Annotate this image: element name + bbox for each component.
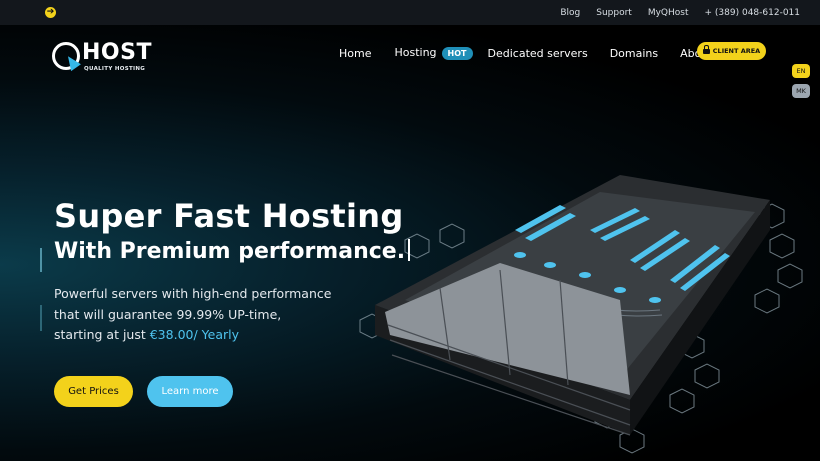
- lock-icon: [702, 44, 710, 55]
- nav-domains[interactable]: Domains: [610, 47, 658, 60]
- main-nav: Home Hosting HOT Dedicated servers Domain…: [339, 44, 729, 62]
- description-prefix: starting at just: [54, 327, 150, 342]
- nav-hosting[interactable]: Hosting HOT: [394, 46, 473, 60]
- logo[interactable]: HOST QUALITY HOSTING: [52, 39, 162, 79]
- hero-subheadline-text: With Premium performance.: [54, 239, 406, 264]
- top-bar: ➔ Blog Support MyQHost + (389) 048-612-0…: [0, 0, 820, 25]
- learn-more-button[interactable]: Learn more: [147, 376, 233, 407]
- client-area-button[interactable]: CLIENT AREA: [697, 42, 766, 60]
- logo-tagline: QUALITY HOSTING: [84, 66, 146, 72]
- server-illustration: [359, 175, 803, 454]
- nav-home[interactable]: Home: [339, 47, 371, 60]
- hero-headline: Super Fast Hosting: [54, 197, 404, 235]
- language-mk[interactable]: MK: [792, 84, 810, 98]
- description-line: starting at just €38.00/ Yearly: [54, 325, 354, 346]
- top-link-myqhost[interactable]: MyQHost: [648, 8, 689, 18]
- top-link-support[interactable]: Support: [596, 8, 632, 18]
- logo-brand: HOST: [82, 40, 152, 65]
- nav-dedicated-servers[interactable]: Dedicated servers: [488, 47, 588, 60]
- description-line: Powerful servers with high-end performan…: [54, 286, 332, 301]
- hero-subheadline: With Premium performance.: [54, 239, 411, 264]
- get-prices-button[interactable]: Get Prices: [54, 376, 133, 407]
- hero-description: Powerful servers with high-end performan…: [54, 284, 354, 346]
- typing-caret: [408, 239, 411, 261]
- top-links: Blog Support MyQHost + (389) 048-612-011: [560, 0, 800, 25]
- client-area-label: CLIENT AREA: [712, 47, 761, 55]
- decorative-line: [40, 248, 42, 272]
- price-text: €38.00/ Yearly: [149, 327, 239, 342]
- top-phone[interactable]: + (389) 048-612-011: [705, 8, 801, 18]
- top-link-blog[interactable]: Blog: [560, 8, 580, 18]
- hero-section: HOST QUALITY HOSTING Home Hosting HOT Ded…: [0, 25, 820, 461]
- arrow-right-icon[interactable]: ➔: [45, 7, 56, 18]
- description-line: that will guarantee 99.99% UP-time,: [54, 306, 282, 322]
- hot-badge: HOT: [441, 47, 473, 60]
- nav-hosting-label: Hosting: [394, 46, 437, 59]
- decorative-line: [40, 305, 42, 331]
- language-en[interactable]: EN: [792, 64, 810, 78]
